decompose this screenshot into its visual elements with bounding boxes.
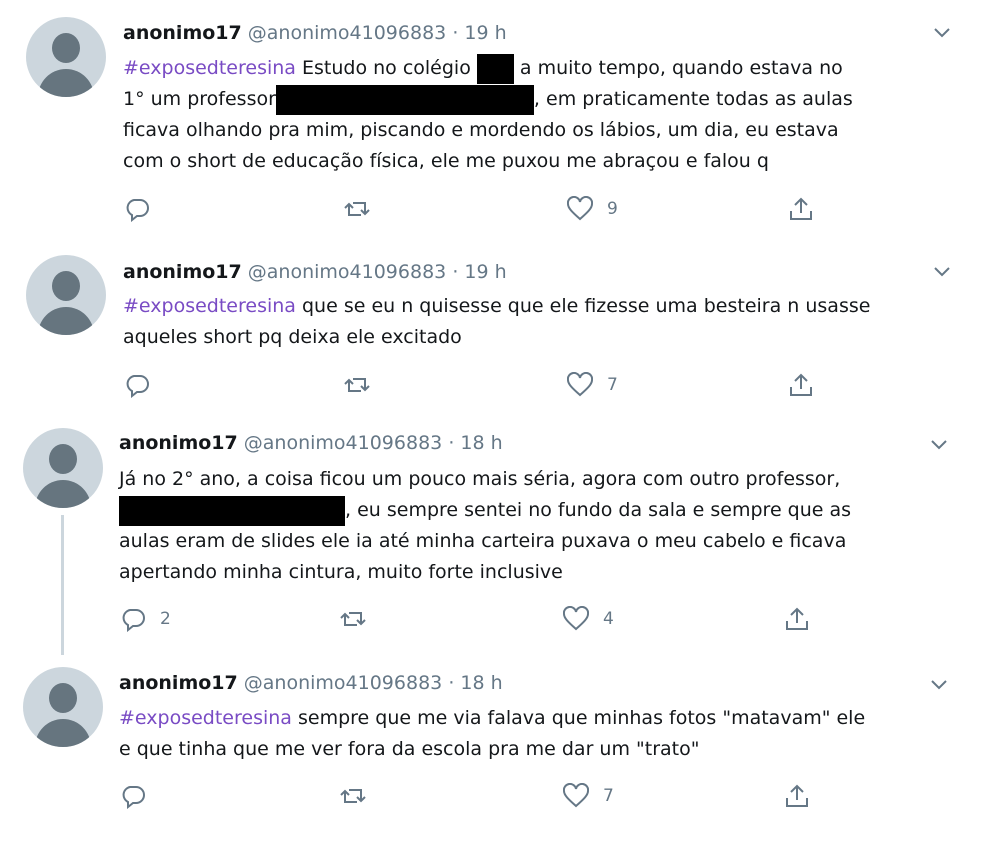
like-button[interactable]: 9	[567, 196, 618, 222]
tweet-header: anonimo17 @anonimo41096883 · 18 h	[119, 430, 503, 456]
retweet-button[interactable]	[344, 196, 384, 222]
share-button[interactable]	[784, 606, 810, 632]
user-handle[interactable]: @anonimo41096883	[248, 261, 446, 283]
user-handle[interactable]: @anonimo41096883	[244, 432, 442, 454]
hashtag-link[interactable]: #exposedteresina	[123, 57, 296, 79]
redaction-box	[476, 53, 514, 84]
reply-icon	[122, 609, 145, 632]
timestamp[interactable]: 18 h	[460, 672, 502, 694]
default-avatar-icon[interactable]	[26, 255, 106, 335]
tweet-text: #exposedteresina Estudo no colégio a mui…	[123, 53, 953, 177]
like-icon	[567, 196, 593, 221]
retweet-icon	[340, 789, 366, 803]
like-button[interactable]: 4	[563, 606, 614, 632]
display-name[interactable]: anonimo17	[123, 22, 242, 44]
retweet-button[interactable]	[344, 372, 384, 398]
like-button[interactable]: 7	[563, 783, 614, 809]
like-count: 9	[607, 199, 618, 219]
hashtag-link[interactable]: #exposedteresina	[123, 295, 296, 317]
retweet-button[interactable]	[340, 606, 380, 632]
user-handle[interactable]: @anonimo41096883	[248, 22, 446, 44]
tweet-actions: 2 4	[120, 606, 820, 636]
tweet-text-segment: a muito tempo, quando estava no	[513, 57, 843, 79]
share-icon	[786, 607, 808, 630]
chevron-down-icon[interactable]	[933, 263, 951, 281]
tweet-text-segment: 1° um professor	[123, 88, 276, 110]
tweet-actions: 9	[124, 196, 824, 226]
tweet[interactable]: anonimo17 @anonimo41096883 · 18 h Já no …	[0, 420, 984, 660]
display-name[interactable]: anonimo17	[123, 261, 242, 283]
tweet-text-segment: , eu sempre sentei no fundo da sala e se…	[345, 499, 852, 521]
tweet[interactable]: anonimo17 @anonimo41096883 · 19 h #expos…	[0, 0, 984, 245]
tweet-header: anonimo17 @anonimo41096883 · 18 h	[119, 670, 503, 696]
tweet-text-line: e que tinha que me ver fora da escola pr…	[119, 738, 700, 760]
tweet-text: Já no 2° ano, a coisa ficou um pouco mai…	[119, 464, 949, 588]
tweet-text-segment: , em praticamente todas as aulas	[533, 88, 853, 110]
reply-icon	[122, 786, 145, 809]
chevron-down-icon[interactable]	[933, 24, 951, 42]
tweet-text-segment: que se eu n quisesse que ele fizesse uma…	[295, 295, 871, 317]
tweet-text-line: com o short de educação física, ele me p…	[123, 150, 769, 172]
tweet-header: anonimo17 @anonimo41096883 · 19 h	[123, 20, 507, 46]
tweet-text-line: Já no 2° ano, a coisa ficou um pouco mai…	[119, 468, 841, 490]
retweet-icon	[344, 378, 370, 392]
retweet-icon	[344, 202, 370, 216]
tweet-text-segment: sempre que me via falava que minhas foto…	[291, 707, 866, 729]
tweet-actions: 7	[124, 372, 824, 402]
like-count: 4	[603, 609, 614, 629]
redaction-box	[275, 84, 534, 115]
share-button[interactable]	[788, 372, 814, 398]
timestamp[interactable]: 19 h	[464, 22, 506, 44]
display-name[interactable]: anonimo17	[119, 672, 238, 694]
like-count: 7	[607, 375, 618, 395]
reply-button[interactable]	[124, 372, 164, 398]
reply-button[interactable]: 2	[120, 606, 171, 632]
tweet-text: #exposedteresina sempre que me via falav…	[119, 703, 949, 765]
reply-count: 2	[160, 609, 171, 629]
tweet-text-segment: Estudo no colégio	[295, 57, 477, 79]
reply-button[interactable]	[120, 783, 160, 809]
default-avatar-icon[interactable]	[23, 667, 103, 747]
separator-dot: ·	[452, 22, 459, 44]
tweet-text: #exposedteresina que se eu n quisesse qu…	[123, 291, 953, 353]
reply-icon	[126, 199, 149, 222]
share-button[interactable]	[784, 783, 810, 809]
timestamp[interactable]: 18 h	[460, 432, 502, 454]
tweet-text-line: aulas eram de slides ele ia até minha ca…	[119, 530, 847, 552]
separator-dot: ·	[448, 672, 455, 694]
hashtag-link[interactable]: #exposedteresina	[119, 707, 292, 729]
like-count: 7	[603, 786, 614, 806]
default-avatar-icon[interactable]	[26, 17, 106, 97]
like-icon	[563, 783, 589, 808]
tweet-text-line: apertando minha cintura, muito forte inc…	[119, 561, 563, 583]
default-avatar-icon[interactable]	[23, 428, 103, 508]
tweet-text-line: aqueles short pq deixa ele excitado	[123, 326, 462, 348]
like-button[interactable]: 7	[567, 372, 618, 398]
redaction-box	[119, 495, 345, 526]
separator-dot: ·	[448, 432, 455, 454]
share-button[interactable]	[788, 196, 814, 222]
chevron-down-icon[interactable]	[930, 436, 948, 454]
timestamp[interactable]: 19 h	[464, 261, 506, 283]
share-icon	[786, 784, 808, 807]
user-handle[interactable]: @anonimo41096883	[244, 672, 442, 694]
separator-dot: ·	[452, 261, 459, 283]
tweet-actions: 7	[120, 783, 820, 813]
like-icon	[567, 372, 593, 397]
tweet-header: anonimo17 @anonimo41096883 · 19 h	[123, 259, 507, 285]
reply-button[interactable]	[124, 196, 164, 222]
chevron-down-icon[interactable]	[930, 676, 948, 694]
display-name[interactable]: anonimo17	[119, 432, 238, 454]
share-icon	[790, 197, 812, 220]
like-icon	[563, 606, 589, 631]
reply-icon	[126, 375, 149, 398]
tweet[interactable]: anonimo17 @anonimo41096883 · 19 h #expos…	[0, 245, 984, 420]
tweet-text-line: ficava olhando pra mim, piscando e morde…	[123, 119, 839, 141]
retweet-button[interactable]	[340, 783, 380, 809]
tweet[interactable]: anonimo17 @anonimo41096883 · 18 h #expos…	[0, 660, 984, 850]
share-icon	[790, 373, 812, 396]
retweet-icon	[340, 612, 366, 626]
